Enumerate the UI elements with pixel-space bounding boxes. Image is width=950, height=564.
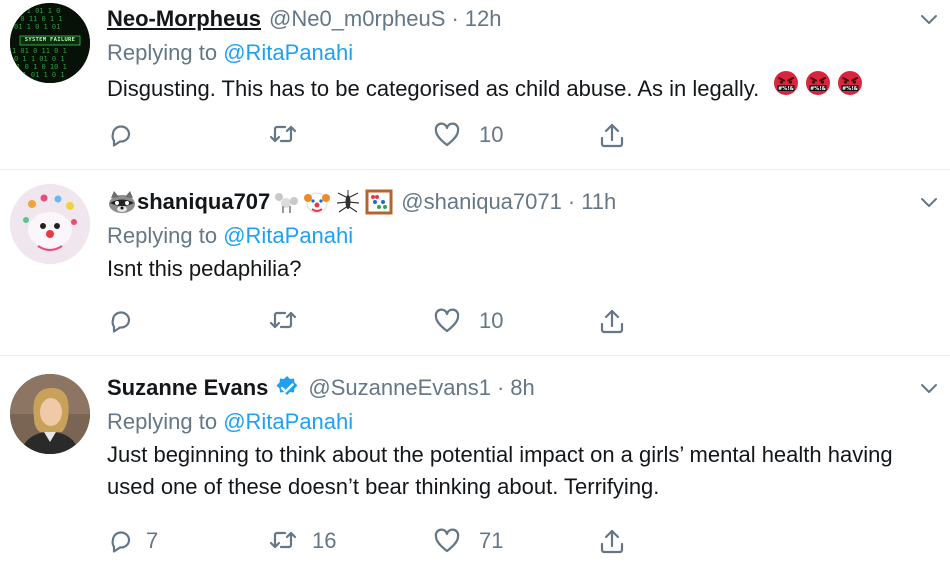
reply-icon	[111, 125, 131, 147]
svg-text:01 1 0 1 01: 01 1 0 1 01	[14, 23, 60, 31]
retweet-count: 16	[312, 528, 337, 553]
reply-button[interactable]	[108, 121, 268, 149]
like-button[interactable]: 71	[433, 527, 598, 555]
face-with-symbols-icon	[805, 70, 832, 96]
replying-prefix: Replying to	[107, 223, 224, 248]
like-count: 10	[479, 122, 504, 147]
profile-photo	[10, 374, 90, 454]
tweet-text-body: Disgusting. This has to be categorised a…	[107, 76, 760, 101]
user-handle[interactable]: @SuzanneEvans1	[308, 375, 491, 401]
heart-icon	[434, 528, 460, 553]
avatar[interactable]	[10, 184, 90, 264]
user-handle[interactable]: @Ne0_m0rpheuS	[269, 6, 445, 32]
like-button[interactable]: 10	[433, 121, 598, 149]
share-icon	[600, 123, 624, 148]
poodle-icon	[275, 193, 299, 213]
reply-button[interactable]	[108, 307, 268, 335]
reply-icon	[111, 311, 131, 333]
chevron-down-icon[interactable]	[918, 8, 940, 30]
separator: ·	[567, 189, 576, 214]
retweet-icon	[269, 531, 297, 549]
share-button[interactable]	[598, 307, 626, 335]
abacus-icon	[365, 189, 393, 215]
replying-to: Replying to @RitaPanahi	[107, 407, 910, 437]
timestamp[interactable]: 12h	[465, 6, 502, 32]
svg-text:0 1 1 01 0 1: 0 1 1 01 0 1	[14, 55, 65, 63]
share-icon	[600, 529, 624, 554]
mosquito-icon	[337, 190, 360, 213]
retweet-button[interactable]: 16	[268, 527, 433, 555]
svg-text:0 1 01 1 0 1: 0 1 01 1 0 1	[14, 71, 65, 79]
mention-link[interactable]: @RitaPanahi	[223, 409, 353, 434]
clown-face-icon	[304, 192, 331, 214]
matrix-avatar-image: 10 1 01 1 0 1 0 11 0 1 1 01 1 0 1 01 1 0…	[10, 3, 90, 83]
verified-badge-icon	[276, 376, 298, 395]
reply-button[interactable]: 7	[108, 527, 268, 555]
mention-link[interactable]: @RitaPanahi	[223, 223, 353, 248]
replying-to: Replying to @RitaPanahi	[107, 38, 910, 68]
separator: ·	[496, 375, 505, 400]
like-button[interactable]: 10	[433, 307, 598, 335]
timestamp[interactable]: 11h	[581, 189, 616, 215]
tweet[interactable]: shaniqua707 @shaniqua7071 · 11h Replying…	[0, 170, 950, 356]
separator: ·	[451, 6, 459, 31]
decorated-avatar-image	[10, 184, 90, 264]
user-handle[interactable]: @shaniqua7071	[401, 189, 562, 215]
avatar-caption: SYSTEM FAILURE	[24, 37, 76, 43]
avatar[interactable]	[10, 374, 90, 454]
heart-icon	[434, 308, 460, 333]
face-with-symbols-icon	[837, 70, 864, 96]
display-name[interactable]: shaniqua707	[137, 189, 270, 215]
reply-icon	[111, 531, 131, 553]
share-icon	[600, 309, 624, 334]
replying-prefix: Replying to	[107, 409, 224, 434]
avatar[interactable]: 10 1 01 1 0 1 0 11 0 1 1 01 1 0 1 01 1 0…	[10, 3, 90, 83]
mention-link[interactable]: @RitaPanahi	[223, 40, 353, 65]
display-name[interactable]: Suzanne Evans	[107, 375, 268, 401]
tweet-header: Suzanne Evans @SuzanneEvans1 · 8h	[107, 373, 910, 403]
svg-text:10 1 01 1 0: 10 1 01 1 0	[14, 7, 60, 15]
share-button[interactable]	[598, 527, 626, 555]
share-button[interactable]	[598, 121, 626, 149]
timestamp[interactable]: 8h	[510, 375, 534, 401]
tweet[interactable]: 10 1 01 1 0 1 0 11 0 1 1 01 1 0 1 01 1 0…	[0, 0, 950, 170]
like-count: 71	[479, 528, 504, 553]
replying-prefix: Replying to	[107, 40, 224, 65]
tweet-text: Isnt this pedaphilia?	[107, 256, 302, 281]
replying-to: Replying to @RitaPanahi	[107, 221, 910, 251]
raccoon-icon	[109, 191, 135, 213]
retweet-button[interactable]	[268, 307, 433, 335]
reply-count: 7	[146, 528, 159, 553]
retweet-icon	[269, 125, 297, 143]
face-with-symbols-icon	[773, 70, 800, 96]
retweet-button[interactable]	[268, 121, 433, 149]
svg-text:1 0 11 0 1 1: 1 0 11 0 1 1	[12, 15, 63, 23]
heart-icon	[434, 122, 460, 147]
tweet[interactable]: Suzanne Evans @SuzanneEvans1 · 8h Replyi…	[0, 356, 950, 564]
tweet-header: Neo-Morpheus @Ne0_m0rpheuS · 12h	[107, 4, 910, 34]
retweet-icon	[269, 311, 297, 329]
svg-text:11 0 1 0 10 1: 11 0 1 0 10 1	[12, 63, 67, 71]
display-name[interactable]: Neo-Morpheus	[107, 6, 261, 32]
chevron-down-icon[interactable]	[918, 377, 940, 399]
like-count: 10	[479, 308, 504, 333]
tweet-text: Just beginning to think about the potent…	[107, 442, 893, 499]
tweet-header: shaniqua707 @shaniqua7071 · 11h	[107, 187, 910, 217]
svg-text:1 01 0 11 0 1: 1 01 0 11 0 1	[12, 47, 67, 55]
tweet-text: Disgusting. This has to be categorised a…	[107, 70, 910, 105]
chevron-down-icon[interactable]	[918, 191, 940, 213]
